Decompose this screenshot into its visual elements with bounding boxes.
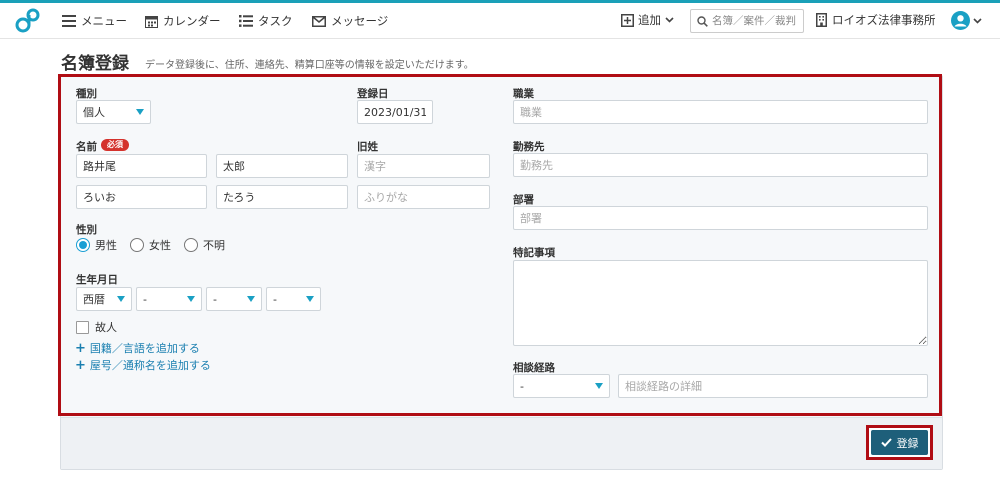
add-nationality-link[interactable]: + 国籍／言語を追加する [75, 340, 200, 356]
top-navigation-bar: メニュー カレンダー タスク メッセージ 追加 ロイオズ法律事務所 [0, 3, 1000, 39]
add-label: 追加 [638, 13, 661, 27]
user-avatar-icon [951, 11, 970, 30]
nav-task[interactable]: タスク [239, 13, 293, 29]
office-name: ロイオズ法律事務所 [832, 13, 936, 27]
first-name-input[interactable] [216, 154, 348, 178]
gender-female-label: 女性 [149, 239, 171, 252]
register-button[interactable]: 登録 [871, 430, 928, 455]
gender-male-label: 男性 [95, 239, 117, 252]
consult-route-label: 相談経路 [513, 362, 555, 374]
caret-down-icon [247, 296, 255, 302]
department-input[interactable] [513, 206, 928, 230]
gender-radio-female[interactable]: 女性 [130, 237, 171, 253]
notes-textarea[interactable] [513, 260, 928, 346]
caret-down-icon [117, 296, 125, 302]
gender-unknown-label: 不明 [203, 239, 225, 252]
add-dropdown[interactable]: 追加 [621, 12, 674, 28]
old-surname-input[interactable] [357, 154, 490, 178]
nav-message[interactable]: メッセージ [312, 13, 388, 29]
add-alias-link[interactable]: + 屋号／通称名を追加する [75, 357, 211, 373]
employer-input[interactable] [513, 153, 928, 177]
task-list-icon [239, 15, 253, 27]
chevron-down-icon [973, 17, 982, 24]
occupation-input[interactable] [513, 100, 928, 124]
add-nationality-label: 国籍／言語を追加する [89, 342, 200, 355]
caret-down-icon [136, 109, 144, 115]
nav-message-label: メッセージ [331, 14, 389, 28]
nav-task-label: タスク [258, 14, 293, 28]
nav-menu-label: メニュー [81, 14, 127, 28]
birth-month-select[interactable]: - [206, 287, 262, 311]
nav-calendar-label: カレンダー [163, 14, 221, 28]
register-button-label: 登録 [896, 436, 919, 450]
radio-unchecked-icon [130, 238, 144, 252]
checkbox-unchecked-icon [76, 320, 89, 334]
first-name-kana-input[interactable] [216, 185, 348, 209]
radio-unchecked-icon [184, 238, 198, 252]
consult-detail-input[interactable] [618, 374, 928, 398]
gender-radio-male[interactable]: 男性 [76, 237, 117, 253]
occupation-label: 職業 [513, 88, 534, 100]
deceased-label: 故人 [95, 321, 117, 334]
birth-year-value: - [143, 292, 147, 306]
nav-menu[interactable]: メニュー [62, 13, 127, 29]
plus-icon: + [75, 357, 86, 373]
old-surname-kana-input[interactable] [357, 185, 490, 209]
caret-down-icon [595, 383, 603, 389]
chevron-down-icon [665, 17, 674, 23]
birth-year-select[interactable]: - [136, 287, 202, 311]
notes-label: 特記事項 [513, 247, 555, 259]
nav-calendar[interactable]: カレンダー [145, 13, 221, 29]
consult-route-select[interactable]: - [513, 374, 610, 398]
office-switcher[interactable]: ロイオズ法律事務所 [816, 12, 936, 28]
page-subtitle: データ登録後に、住所、連絡先、精算口座等の情報を設定いただけます。 [145, 60, 474, 71]
era-select[interactable]: 西暦 [76, 287, 132, 311]
plus-icon: + [75, 340, 86, 356]
old-surname-label: 旧姓 [357, 141, 378, 153]
add-alias-label: 屋号／通称名を追加する [89, 359, 211, 372]
birth-day-select[interactable]: - [266, 287, 321, 311]
reg-date-input[interactable] [357, 100, 433, 124]
global-search[interactable] [690, 9, 804, 33]
check-icon [880, 438, 892, 447]
era-select-value: 西暦 [83, 293, 105, 306]
user-menu[interactable] [951, 11, 982, 30]
consult-route-value: - [520, 379, 524, 393]
search-icon [697, 15, 708, 27]
department-label: 部署 [513, 194, 534, 206]
employer-label: 勤務先 [513, 141, 545, 153]
birth-label: 生年月日 [76, 274, 118, 286]
hamburger-icon [62, 15, 76, 27]
building-icon [816, 13, 827, 27]
radio-checked-icon [76, 238, 90, 252]
plus-square-icon [621, 13, 634, 27]
type-label: 種別 [76, 88, 97, 100]
caret-down-icon [306, 296, 314, 302]
gender-label: 性別 [76, 224, 97, 236]
caret-down-icon [187, 296, 195, 302]
birth-month-value: - [213, 292, 217, 306]
required-badge: 必須 [101, 139, 129, 151]
calendar-icon [145, 15, 158, 28]
type-select[interactable]: 個人 [76, 100, 151, 124]
form-footer [61, 417, 942, 469]
app-logo-icon[interactable] [14, 7, 42, 35]
deceased-checkbox[interactable]: 故人 [76, 319, 117, 335]
last-name-input[interactable] [76, 154, 207, 178]
gender-radio-unknown[interactable]: 不明 [184, 237, 225, 253]
type-select-value: 個人 [83, 106, 105, 119]
envelope-icon [312, 15, 326, 27]
reg-date-label: 登録日 [357, 88, 389, 100]
page-title: 名簿登録 [61, 54, 129, 74]
name-label: 名前 [76, 141, 97, 153]
last-name-kana-input[interactable] [76, 185, 207, 209]
birth-day-value: - [273, 292, 277, 306]
search-input[interactable] [712, 15, 802, 27]
